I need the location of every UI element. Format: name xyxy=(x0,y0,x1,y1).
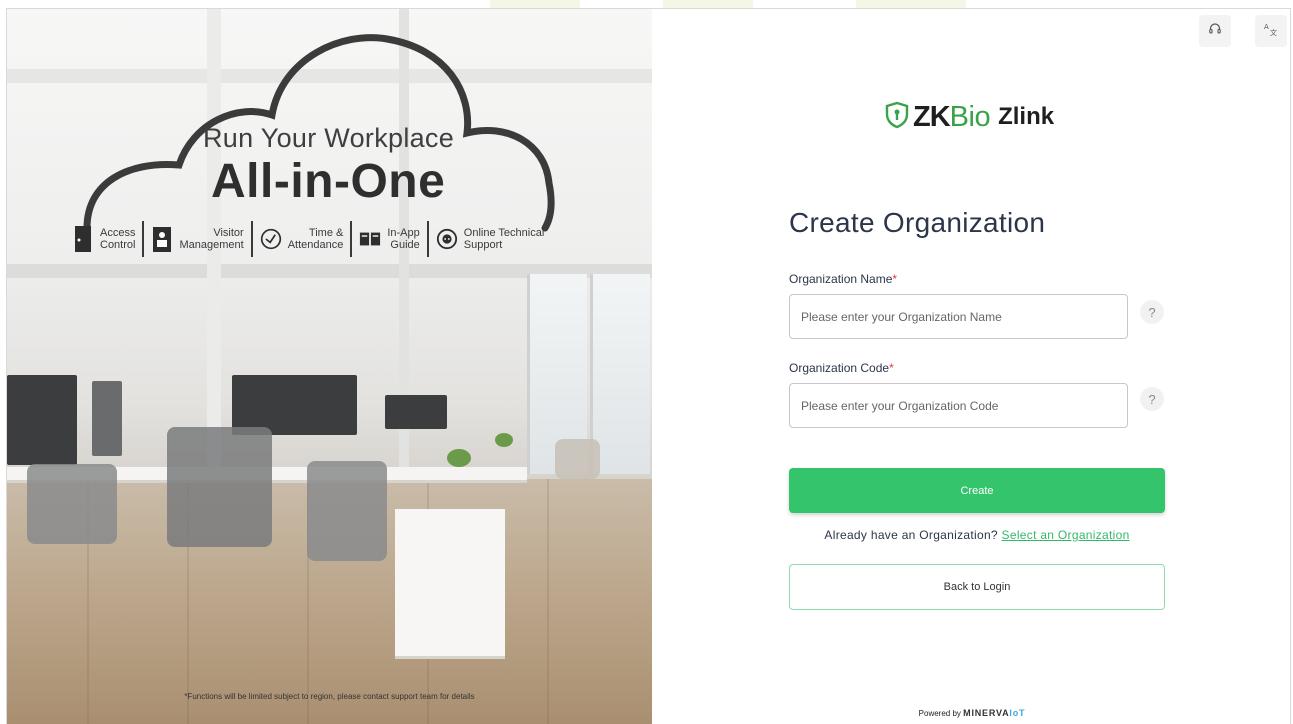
feature-time-attendance: Time & Attendance xyxy=(253,217,351,261)
org-code-label: Organization Code* xyxy=(789,361,894,375)
feature-label: Online Technical Support xyxy=(463,227,545,251)
promo-headline-bold: All-in-One xyxy=(211,155,446,208)
visitor-badge-icon xyxy=(151,224,173,254)
form-panel: A文 ZK Bio Zlink Create Organization Orga… xyxy=(652,9,1290,724)
logo-bio: Bio xyxy=(949,100,991,133)
clock-icon xyxy=(260,224,282,254)
door-icon xyxy=(72,224,94,254)
minerva-iot: IoT xyxy=(1009,708,1026,718)
feature-in-app-guide: In-App Guide xyxy=(352,217,426,261)
support-button[interactable] xyxy=(1199,15,1231,47)
minerva-brand: MINERVA xyxy=(963,708,1010,718)
language-button[interactable]: A文 xyxy=(1255,15,1287,47)
logo-zlink: Zlink xyxy=(998,103,1055,130)
feature-label: Visitor Management xyxy=(179,227,244,251)
org-code-help-button[interactable]: ? xyxy=(1140,387,1164,411)
disclaimer-text: *Functions will be limited subject to re… xyxy=(184,692,475,701)
headset-icon xyxy=(1208,22,1222,41)
back-to-login-button[interactable]: Back to Login xyxy=(789,564,1165,610)
required-mark: * xyxy=(889,361,894,375)
powered-by-footer: Powered by MINERVAIoT xyxy=(918,708,1026,718)
org-name-input[interactable] xyxy=(789,294,1128,339)
svg-text:A: A xyxy=(1264,23,1269,31)
feature-label: Time & Attendance xyxy=(287,227,344,251)
top-strip xyxy=(0,0,1293,8)
required-mark: * xyxy=(892,272,898,286)
app-frame: Run Your Workplace All-in-One Access Con… xyxy=(6,8,1291,724)
translate-icon: A文 xyxy=(1264,22,1278,41)
shield-logo-icon xyxy=(885,101,909,134)
feature-access-control: Access Control xyxy=(65,217,142,261)
chat-support-icon xyxy=(436,224,458,254)
org-name-label: Organization Name* xyxy=(789,272,898,286)
top-ghost-tab xyxy=(856,0,966,8)
feature-strip: Access Control Visitor Management Time &… xyxy=(65,217,551,261)
zkbio-zlink-logo: ZK Bio Zlink xyxy=(885,99,1054,135)
promo-headline: Run Your Workplace xyxy=(203,123,455,153)
page-title: Create Organization xyxy=(789,207,1046,238)
create-button[interactable]: Create xyxy=(789,468,1165,513)
feature-label: In-App Guide xyxy=(387,227,420,251)
org-name-help-button[interactable]: ? xyxy=(1140,300,1164,324)
org-code-input[interactable] xyxy=(789,383,1128,428)
feature-visitor-management: Visitor Management xyxy=(144,217,250,261)
book-icon xyxy=(359,224,381,254)
top-ghost-tab xyxy=(663,0,753,8)
select-organization-link[interactable]: Select an Organization xyxy=(1002,528,1130,542)
top-ghost-tab xyxy=(490,0,580,8)
logo-zk: ZK xyxy=(913,100,951,133)
already-have-org-text: Already have an Organization? Select an … xyxy=(824,528,1130,542)
feature-label: Access Control xyxy=(100,227,136,251)
promo-panel: Run Your Workplace All-in-One Access Con… xyxy=(7,9,652,724)
svg-text:文: 文 xyxy=(1270,28,1277,36)
feature-online-support: Online Technical Support xyxy=(429,217,552,261)
